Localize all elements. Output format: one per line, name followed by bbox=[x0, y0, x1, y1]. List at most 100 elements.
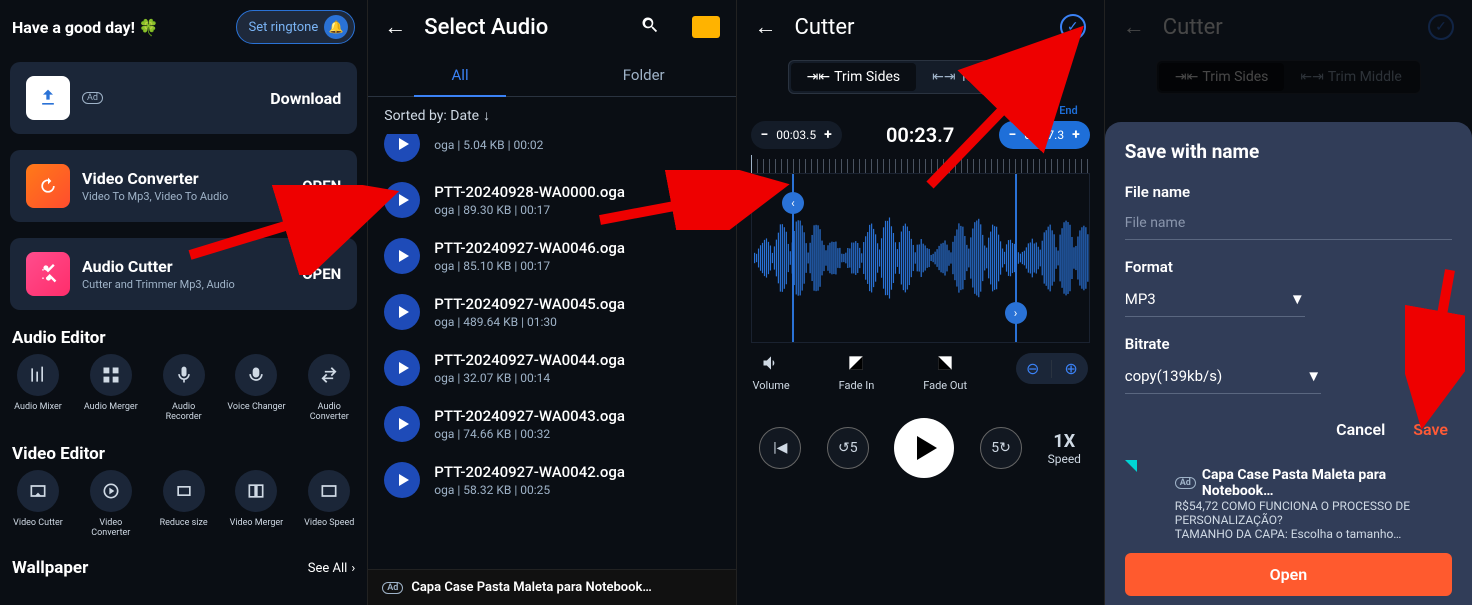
ad-bar[interactable]: Ad Capa Case Pasta Maleta para Notebook… bbox=[368, 569, 735, 605]
panel-home: Have a good day!🍀 Set ringtone 🔔 Ad Down… bbox=[0, 0, 368, 605]
back-button[interactable]: ← bbox=[755, 14, 777, 40]
tool-audio-recorder[interactable]: Audio Recorder bbox=[154, 354, 214, 422]
ad-open-button[interactable]: Open bbox=[1125, 553, 1452, 596]
chevron-right-icon: › bbox=[351, 561, 355, 576]
download-icon bbox=[26, 76, 70, 120]
vconv-icon bbox=[90, 470, 132, 512]
cancel-button[interactable]: Cancel bbox=[1336, 420, 1385, 439]
back-button[interactable]: ← bbox=[384, 14, 406, 40]
bell-icon: 🔔 bbox=[324, 15, 348, 39]
play-button[interactable] bbox=[894, 418, 954, 478]
cutter-title: Audio Cutter bbox=[82, 257, 290, 276]
zoom-in-icon[interactable]: ⊕ bbox=[1064, 359, 1077, 378]
page-title: Cutter bbox=[795, 15, 1042, 40]
tool-reduce-size[interactable]: Reduce size bbox=[154, 470, 214, 538]
skip-start-button[interactable]: |◀ bbox=[759, 427, 801, 469]
vmerge-icon bbox=[235, 470, 277, 512]
play-icon[interactable] bbox=[384, 294, 420, 330]
reduce-icon bbox=[163, 470, 205, 512]
tool-voice-changer[interactable]: Voice Changer bbox=[226, 354, 286, 422]
tab-trim-middle[interactable]: ⇤⇥Trim Middle bbox=[916, 63, 1049, 91]
plus-icon[interactable]: + bbox=[824, 127, 832, 143]
vcut-icon bbox=[17, 470, 59, 512]
tool-video-converter[interactable]: Video Converter bbox=[81, 470, 141, 538]
filename-input[interactable] bbox=[1125, 207, 1452, 240]
volume-button[interactable]: Volume bbox=[753, 353, 790, 392]
chevron-down-icon: ▼ bbox=[1290, 290, 1305, 308]
tool-audio-mixer[interactable]: Audio Mixer bbox=[8, 354, 68, 422]
voice-icon bbox=[235, 354, 277, 396]
trim-icon: ⇥⇤ bbox=[807, 69, 830, 85]
panel-cutter: ← Cutter ✓ ⇥⇤Trim Sides ⇤⇥Trim Middle En… bbox=[737, 0, 1105, 605]
ad-badge: Ad bbox=[82, 92, 103, 104]
list-item[interactable]: PTT-20240927-WA0044.ogaoga | 32.07 KB | … bbox=[368, 340, 735, 396]
start-time-pill[interactable]: −00:03.5+ bbox=[751, 121, 842, 149]
handle-right-icon[interactable]: › bbox=[1005, 302, 1027, 324]
format-select[interactable]: MP3▼ bbox=[1125, 282, 1305, 317]
minus-icon[interactable]: − bbox=[1009, 127, 1017, 143]
format-label: Format bbox=[1125, 258, 1452, 276]
tool-video-speed[interactable]: Video Speed bbox=[299, 470, 359, 538]
tool-audio-merger[interactable]: Audio Merger bbox=[81, 354, 141, 422]
scissors-icon bbox=[26, 252, 70, 296]
fade-out-button[interactable]: Fade Out bbox=[923, 353, 967, 392]
speed-button[interactable]: 1XSpeed bbox=[1048, 431, 1081, 466]
play-icon[interactable] bbox=[384, 238, 420, 274]
panel-save: ← Cutter ✓ ⇥⇤Trim Sides ⇤⇥Trim Middle Sa… bbox=[1105, 0, 1472, 605]
waveform[interactable]: ‹ › bbox=[751, 173, 1090, 343]
list-item[interactable]: PTT-20240928-WA0000.ogaoga | 89.30 KB | … bbox=[368, 172, 735, 228]
sort-by[interactable]: Sorted by: Date↓ bbox=[368, 97, 735, 134]
save-button[interactable]: Save bbox=[1413, 420, 1448, 439]
zoom-out-icon[interactable]: ⊖ bbox=[1026, 359, 1039, 378]
converter-icon bbox=[26, 164, 70, 208]
cutter-sub: Cutter and Trimmer Mp3, Audio bbox=[82, 278, 290, 291]
tab-all[interactable]: All bbox=[368, 54, 552, 96]
bitrate-select[interactable]: copy(139kb/s)▼ bbox=[1125, 359, 1321, 394]
filename-label: File name bbox=[1125, 183, 1452, 201]
end-time-pill[interactable]: −00:27.3+ bbox=[999, 121, 1090, 149]
ad-badge: Ad bbox=[382, 582, 403, 594]
section-video-editor: Video Editor bbox=[0, 434, 367, 470]
modal-title: Save with name bbox=[1125, 140, 1452, 163]
list-item[interactable]: PTT-20240927-WA0042.ogaoga | 58.32 KB | … bbox=[368, 452, 735, 508]
play-icon[interactable] bbox=[384, 350, 420, 386]
rewind-5s-button[interactable]: ↺5 bbox=[827, 427, 869, 469]
list-item[interactable]: PTT-20240927-WA0045.ogaoga | 489.64 KB |… bbox=[368, 284, 735, 340]
tool-audio-converter[interactable]: Audio Converter bbox=[299, 354, 359, 422]
folder-icon[interactable] bbox=[692, 16, 720, 38]
audio-tool-row: Audio Mixer Audio Merger Audio Recorder … bbox=[0, 354, 367, 434]
cutter-open-button[interactable]: OPEN bbox=[302, 265, 341, 283]
clover-icon: 🍀 bbox=[139, 18, 159, 37]
confirm-button[interactable]: ✓ bbox=[1060, 14, 1086, 40]
trim-icon: ⇤⇥ bbox=[932, 69, 955, 85]
set-ringtone-button[interactable]: Set ringtone 🔔 bbox=[236, 10, 356, 44]
see-all-button[interactable]: See All› bbox=[308, 561, 355, 576]
save-modal: Save with name File name Format MP3▼ Bit… bbox=[1105, 122, 1472, 605]
converter-open-button[interactable]: OPEN bbox=[302, 177, 341, 195]
play-icon[interactable] bbox=[384, 462, 420, 498]
tab-trim-sides[interactable]: ⇥⇤Trim Sides bbox=[791, 63, 916, 91]
play-icon[interactable] bbox=[384, 134, 420, 162]
list-item[interactable]: PTT-20240927-WA0043.ogaoga | 74.66 KB | … bbox=[368, 396, 735, 452]
zoom-control: ⊖ ⊕ bbox=[1016, 353, 1088, 384]
search-icon[interactable] bbox=[640, 15, 660, 40]
tool-video-merger[interactable]: Video Merger bbox=[226, 470, 286, 538]
bitrate-label: Bitrate bbox=[1125, 335, 1452, 353]
play-icon[interactable] bbox=[384, 182, 420, 218]
handle-left-icon[interactable]: ‹ bbox=[782, 192, 804, 214]
minus-icon[interactable]: − bbox=[761, 127, 769, 143]
sort-desc-icon: ↓ bbox=[483, 107, 490, 124]
plus-icon[interactable]: + bbox=[1072, 127, 1080, 143]
ad-block[interactable]: AdCapa Case Pasta Maleta para Notebook… … bbox=[1125, 461, 1452, 549]
play-icon[interactable] bbox=[384, 406, 420, 442]
download-card[interactable]: Ad Download bbox=[10, 62, 357, 134]
list-item[interactable]: oga | 5.04 KB | 00:02 bbox=[368, 134, 735, 172]
video-converter-card[interactable]: Video Converter Video To Mp3, Video To A… bbox=[10, 150, 357, 222]
forward-5s-button[interactable]: 5↻ bbox=[980, 427, 1022, 469]
audio-cutter-card[interactable]: Audio Cutter Cutter and Trimmer Mp3, Aud… bbox=[10, 238, 357, 310]
tool-video-cutter[interactable]: Video Cutter bbox=[8, 470, 68, 538]
tab-folder[interactable]: Folder bbox=[552, 54, 736, 96]
fade-in-button[interactable]: Fade In bbox=[839, 353, 875, 392]
trim-mode-tabs: ⇥⇤Trim Sides ⇤⇥Trim Middle bbox=[788, 60, 1053, 94]
list-item[interactable]: PTT-20240927-WA0046.ogaoga | 85.10 KB | … bbox=[368, 228, 735, 284]
